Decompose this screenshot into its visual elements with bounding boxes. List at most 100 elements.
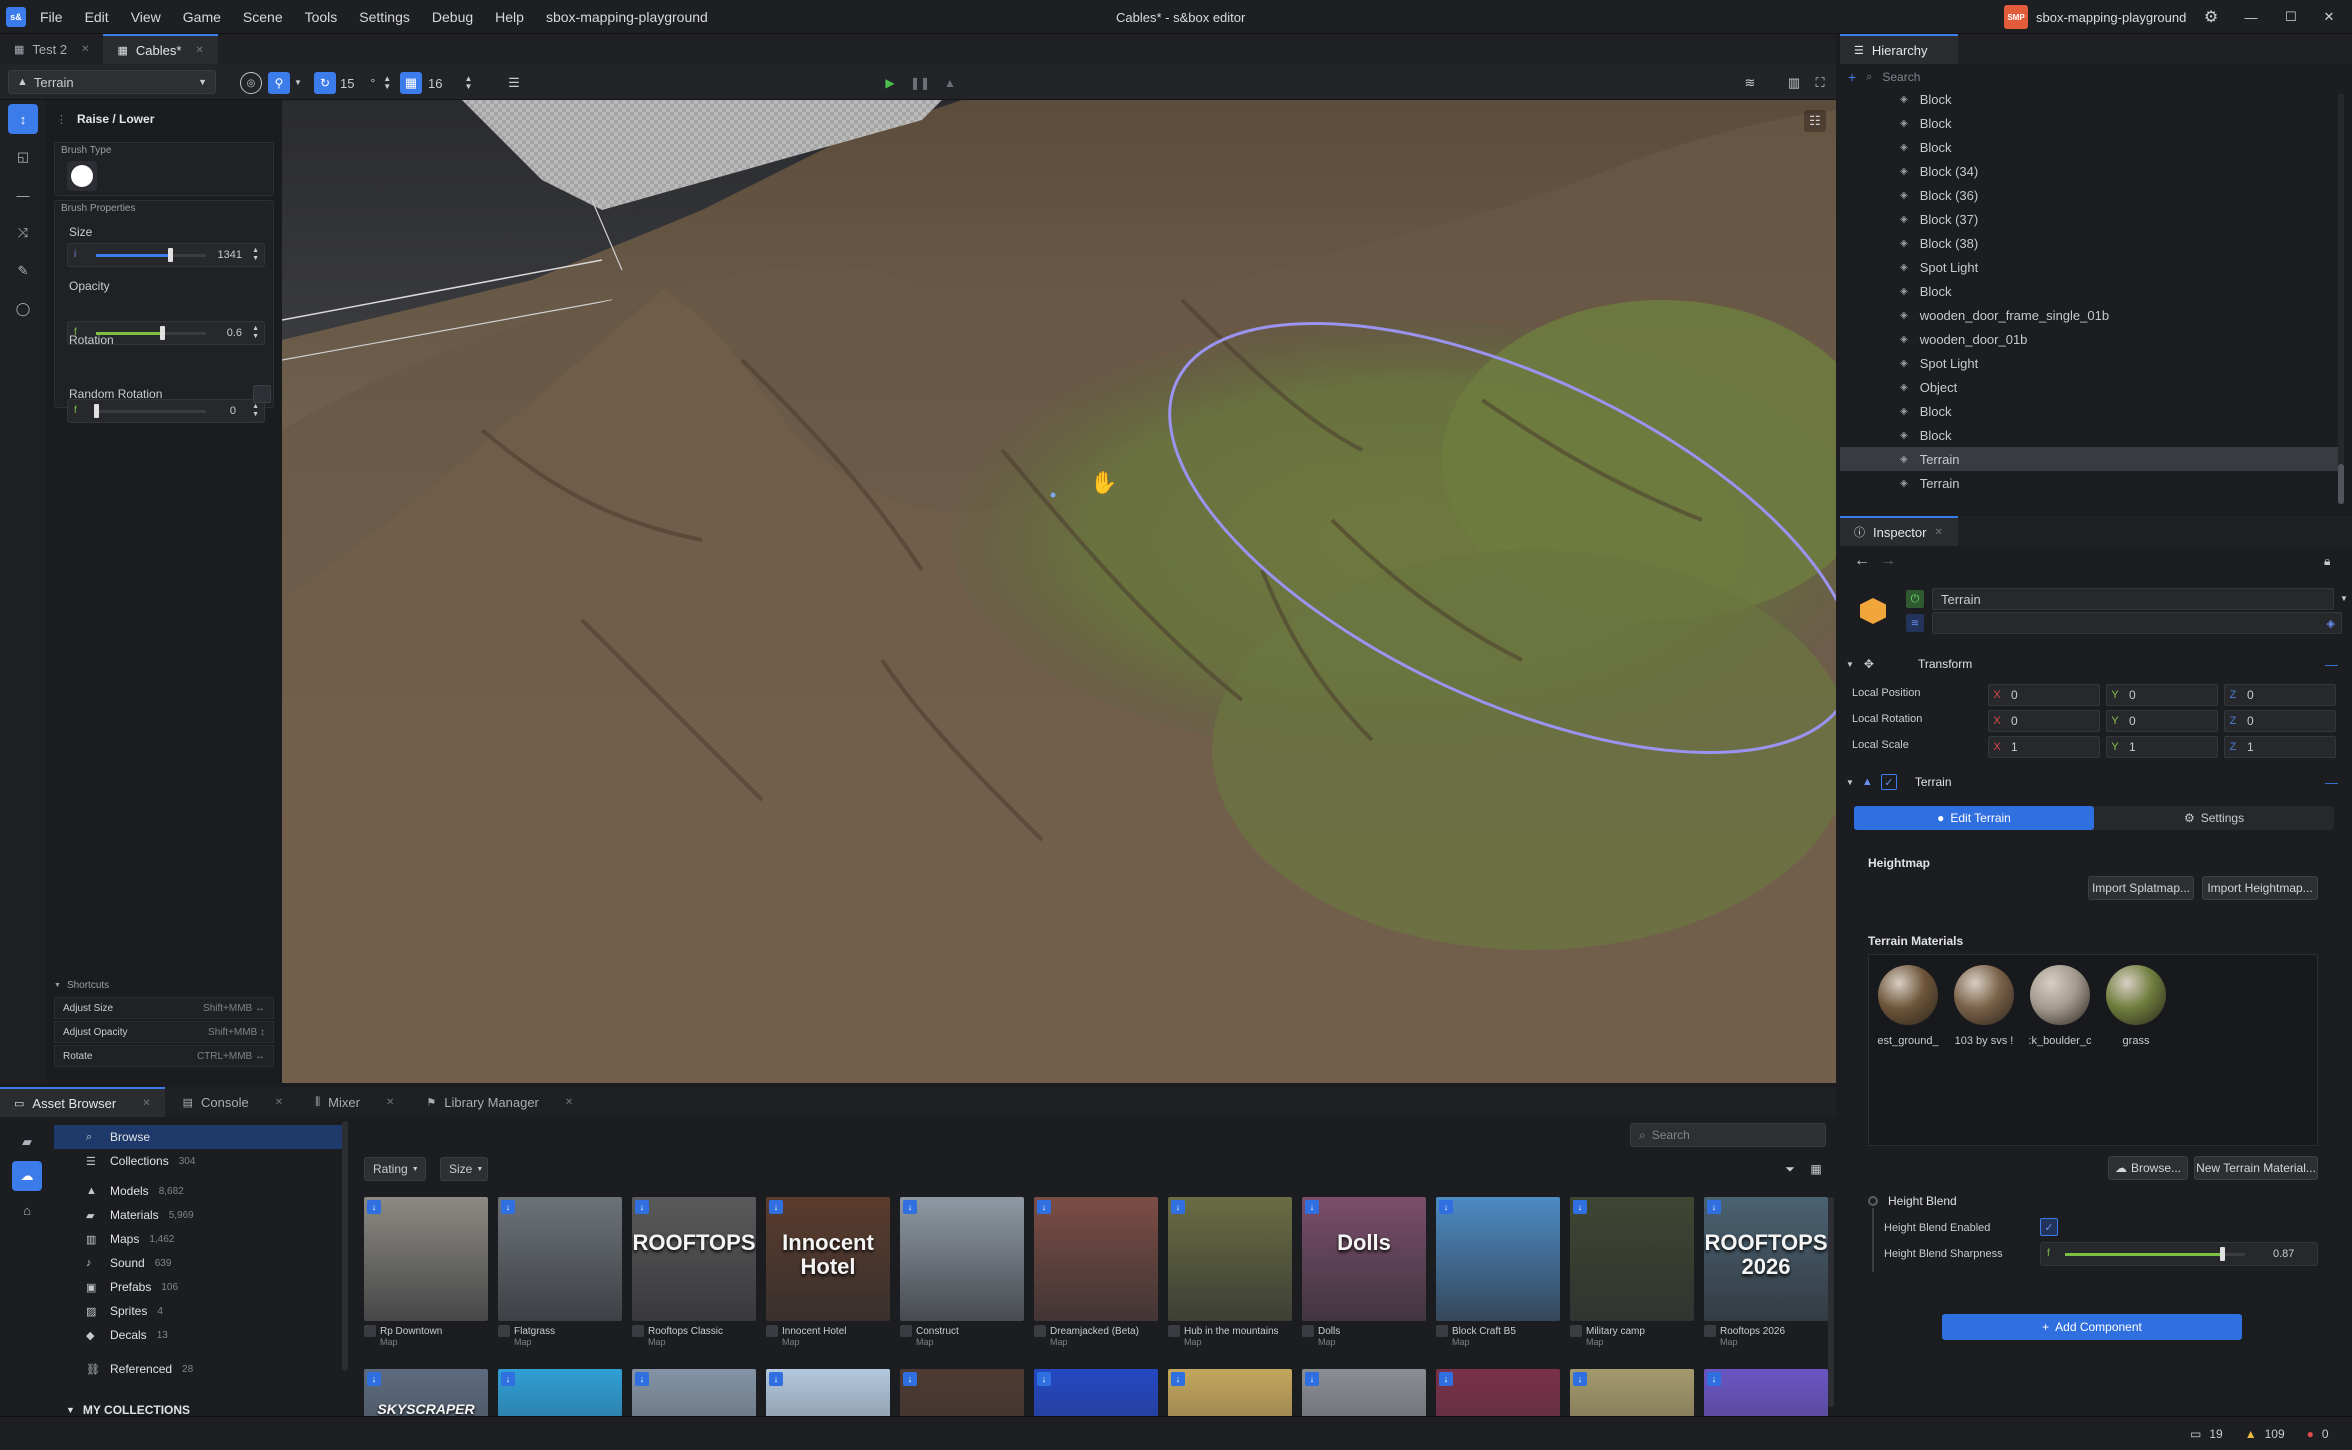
asset-tile[interactable]: ↓	[1168, 1369, 1292, 1416]
asset-tile[interactable]: ↓	[1436, 1369, 1560, 1416]
stepper-icon[interactable]: ▲ ▼	[252, 403, 259, 419]
hole-tool-button[interactable]: ◯	[8, 294, 38, 324]
menu-item-game[interactable]: Game	[183, 9, 221, 25]
sharpness-slider[interactable]: f 0.87	[2040, 1242, 2318, 1266]
component-enabled-checkbox[interactable]: ✓	[1880, 774, 1897, 790]
size-handle[interactable]	[167, 248, 173, 262]
close-tab-icon[interactable]: ✕	[565, 1097, 573, 1108]
transform-z-field[interactable]: Z0	[2224, 710, 2336, 732]
angle-snap-icon[interactable]: ↻	[314, 72, 336, 94]
cloud-icon[interactable]: ☁	[12, 1161, 42, 1191]
hierarchy-item[interactable]: ◈ Block	[1840, 111, 2340, 135]
tab-hierarchy[interactable]: ☰ Hierarchy	[1840, 34, 1958, 64]
hierarchy-item[interactable]: ◈ wooden_door_01b	[1840, 327, 2340, 351]
flatten-tool-button[interactable]: —	[8, 180, 38, 210]
tab-cables[interactable]: ▦ Cables* ✕	[103, 34, 218, 64]
asset-tile[interactable]: ↓ ROOFTOPS 2026 Rooftops 2026 Map	[1704, 1197, 1828, 1347]
asset-tile[interactable]: ↓ Rp Downtown Map	[364, 1197, 488, 1347]
add-icon[interactable]: +	[1848, 69, 1856, 85]
asset-tile[interactable]: ↓	[1570, 1369, 1694, 1416]
tab-library-manager[interactable]: ⚑ Library Manager ✕	[412, 1087, 587, 1117]
rating-filter[interactable]: Rating ▼	[364, 1157, 426, 1181]
size-filter[interactable]: Size ▼	[440, 1157, 488, 1181]
opacity-handle[interactable]	[160, 326, 165, 340]
hierarchy-item[interactable]: ◈ Block (38)	[1840, 231, 2340, 255]
sidebar-item-browse[interactable]: ⌕ Browse	[54, 1125, 344, 1149]
asset-search-input[interactable]: ⌕ Search	[1630, 1123, 1826, 1147]
hierarchy-item[interactable]: ◈ Block (37)	[1840, 207, 2340, 231]
asset-tile[interactable]: ↓ Military camp Map	[1570, 1197, 1694, 1347]
scrollbar[interactable]	[2338, 94, 2344, 504]
menu-item-settings[interactable]: Settings	[359, 9, 410, 25]
hierarchy-item[interactable]: ◈ Spot Light	[1840, 255, 2340, 279]
asset-tile[interactable]: ↓ Block Craft B5 Map	[1436, 1197, 1560, 1347]
sharpness-value[interactable]: 0.87	[2273, 1248, 2294, 1260]
terrain-component-header[interactable]: ▼ ▲ ✓ Terrain —	[1846, 770, 2346, 794]
new-terrain-material-button[interactable]: New Terrain Material...	[2194, 1156, 2318, 1180]
opacity-value[interactable]: 0.6	[227, 327, 242, 339]
transform-z-field[interactable]: Z1	[2224, 736, 2336, 758]
add-component-button[interactable]: + Add Component	[1942, 1314, 2242, 1340]
size-slider[interactable]: i 1341 ▲ ▼	[67, 243, 265, 267]
edit-terrain-button[interactable]: ● Edit Terrain	[1854, 806, 2094, 830]
asset-tile[interactable]: ↓	[766, 1369, 890, 1416]
rotation-value[interactable]: 0	[230, 405, 236, 417]
collapse-icon[interactable]: —	[2325, 775, 2338, 790]
filter-icon[interactable]: ☰	[504, 73, 524, 93]
folder-icon[interactable]: ▰	[12, 1127, 42, 1157]
sidebar-item-collections[interactable]: ☰ Collections 304	[54, 1149, 344, 1173]
sidebar-item-referenced[interactable]: ⛓ Referenced 28	[54, 1357, 344, 1381]
grid-size-field[interactable]: 16 ▲ ▼	[428, 72, 480, 94]
minimize-icon[interactable]: —	[2242, 8, 2260, 26]
hierarchy-item[interactable]: ◈ Terrain	[1840, 447, 2340, 471]
raise-lower-tool-button[interactable]: ↕	[8, 104, 38, 134]
material-slot[interactable]: :k_boulder_c	[2029, 965, 2092, 1047]
asset-tile[interactable]: ↓	[1302, 1369, 1426, 1416]
tags-input[interactable]: ◈	[1932, 612, 2342, 634]
menu-item-tools[interactable]: Tools	[305, 9, 338, 25]
sidebar-item-models[interactable]: ▲ Models 8,682	[54, 1179, 344, 1203]
settings-tab-button[interactable]: ⚙ Settings	[2094, 806, 2334, 830]
asset-tile[interactable]: ↓ Dolls Dolls Map	[1302, 1197, 1426, 1347]
hierarchy-item[interactable]: ◈ Block	[1840, 423, 2340, 447]
menu-item-sbox-mapping-playground[interactable]: sbox-mapping-playground	[546, 9, 708, 25]
forward-icon[interactable]: →	[1880, 552, 1896, 570]
transform-y-field[interactable]: Y1	[2106, 736, 2218, 758]
hierarchy-item[interactable]: ◈ Block	[1840, 399, 2340, 423]
chevron-down-icon[interactable]: ▼	[294, 78, 302, 87]
rotation-handle[interactable]	[94, 404, 99, 418]
tab-mixer[interactable]: ⫼ Mixer ✕	[301, 1087, 408, 1117]
maximize-icon[interactable]: ☐	[2282, 8, 2300, 26]
grid-snap-icon[interactable]: ▦	[400, 72, 422, 94]
stepper-icon[interactable]: ▲ ▼	[252, 325, 259, 341]
asset-tile[interactable]: ↓	[1034, 1369, 1158, 1416]
scrollbar[interactable]	[342, 1121, 348, 1371]
library-icon[interactable]: ⌂	[12, 1195, 42, 1225]
close-tab-icon[interactable]: ✕	[1934, 527, 1942, 538]
chevron-down-icon[interactable]: ▼	[54, 982, 61, 989]
hierarchy-item[interactable]: ◈ Block (34)	[1840, 159, 2340, 183]
tool-mode-dropdown[interactable]: ▲ Terrain ▼	[8, 70, 216, 94]
hierarchy-item[interactable]: ◈ Block	[1840, 87, 2340, 111]
hierarchy-item[interactable]: ◈ wooden_door_frame_single_01b	[1840, 303, 2340, 327]
back-icon[interactable]: ←	[1854, 552, 1870, 570]
viewport-settings-icon[interactable]: ☷	[1804, 110, 1826, 132]
import-heightmap-button[interactable]: Import Heightmap...	[2202, 876, 2318, 900]
brush-preview[interactable]	[67, 161, 97, 191]
app-logo[interactable]: s&	[6, 6, 26, 27]
gear-icon[interactable]: ⚙	[2202, 8, 2220, 26]
asset-tile[interactable]: ↓ Flatgrass Map	[498, 1197, 622, 1347]
fullscreen-icon[interactable]: ⛶	[1810, 73, 1830, 93]
asset-tile[interactable]: ↓	[900, 1369, 1024, 1416]
menu-item-file[interactable]: File	[40, 9, 63, 25]
close-icon[interactable]: ✕	[2320, 8, 2338, 26]
sidebar-item-sound[interactable]: ♪ Sound 639	[54, 1251, 344, 1275]
tab-inspector[interactable]: ⓘ Inspector ✕	[1840, 516, 1958, 546]
sidebar-item-prefabs[interactable]: ▣ Prefabs 106	[54, 1275, 344, 1299]
angle-snap-field[interactable]: 15 ° ▲ ▼	[340, 72, 392, 94]
asset-tile[interactable]: ↓ Dreamjacked (Beta) Map	[1034, 1197, 1158, 1347]
tab-asset-browser[interactable]: ▭ Asset Browser ✕	[0, 1087, 165, 1117]
noise-tool-button[interactable]: ⤨	[8, 218, 38, 248]
transform-y-field[interactable]: Y0	[2106, 684, 2218, 706]
asset-tile[interactable]: ↓ Innocent Hotel Innocent Hotel Map	[766, 1197, 890, 1347]
